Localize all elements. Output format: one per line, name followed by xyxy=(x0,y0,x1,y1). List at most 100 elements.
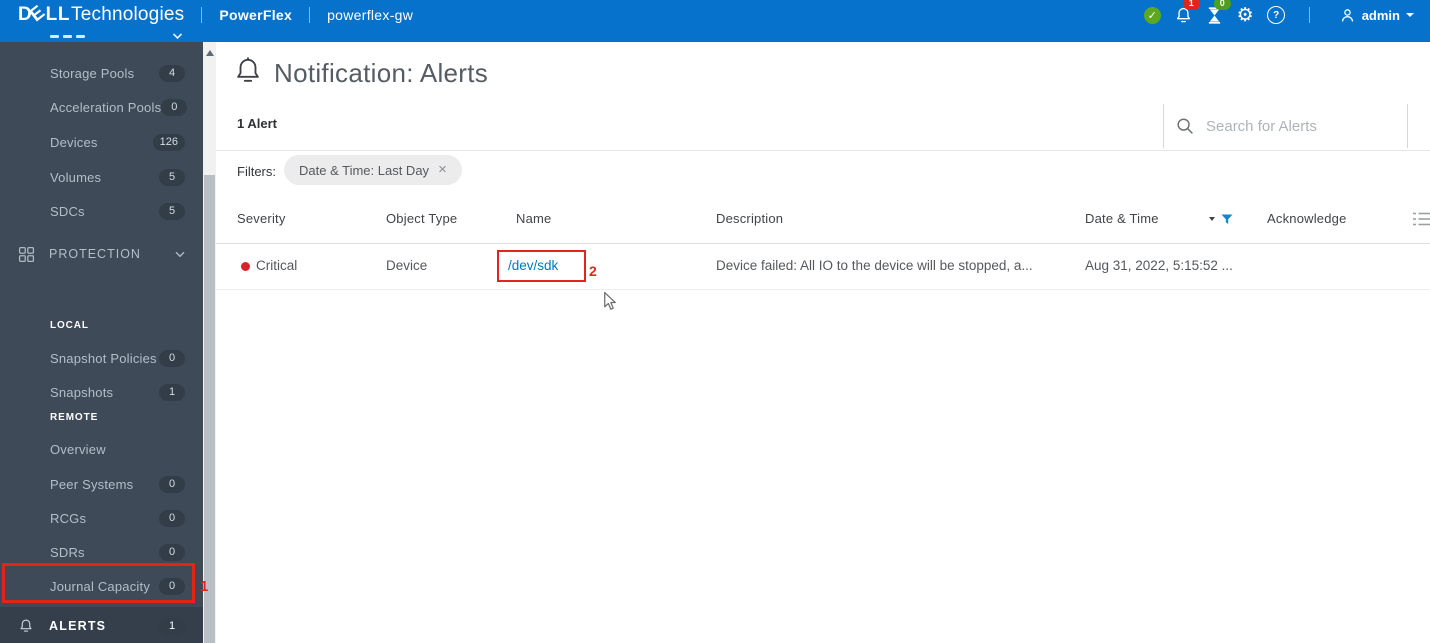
sidebar-item-acceleration-pools[interactable]: Acceleration Pools 0 xyxy=(0,90,203,124)
column-header-description[interactable]: Description xyxy=(716,195,783,243)
sidebar-item-label: Snapshot Policies xyxy=(50,350,157,366)
sidebar-item-label: Overview xyxy=(50,441,106,457)
user-menu[interactable]: admin xyxy=(1339,7,1414,24)
sidebar-item-rcgs[interactable]: RCGs 0 xyxy=(0,501,203,535)
count-badge: 1 xyxy=(159,383,185,401)
sidebar-item-label: Volumes xyxy=(50,169,102,185)
sidebar-item-label: SDCs xyxy=(50,203,85,219)
count-badge: 0 xyxy=(161,98,188,116)
check-icon: ✓ xyxy=(1143,6,1161,24)
sidebar-scrollbar[interactable] xyxy=(203,42,216,643)
column-header-datetime[interactable]: Date & Time xyxy=(1085,195,1159,243)
question-mark-icon: ? xyxy=(1267,6,1286,24)
dell-logo-text: D E LL xyxy=(18,1,71,27)
sidebar-item-label: RCGs xyxy=(50,510,87,526)
clipped-sidebar-item-fragment xyxy=(76,35,85,38)
clipped-badge-fragment xyxy=(172,33,183,40)
search-input[interactable] xyxy=(1204,116,1398,136)
bell-icon xyxy=(18,618,35,634)
gear-icon: ⚙ xyxy=(1236,4,1254,26)
alert-count-label: 1 Alert xyxy=(237,116,277,131)
count-badge: 0 xyxy=(159,577,185,595)
top-app-bar: D E LL Technologies PowerFlex powerflex-gw… xyxy=(0,0,1430,42)
health-status-icon[interactable]: ✓ xyxy=(1137,3,1168,27)
filter-funnel-icon[interactable] xyxy=(1221,214,1233,225)
sidebar-item-alerts[interactable]: ALERTS 1 xyxy=(0,607,203,643)
filter-chip-date-time[interactable]: Date & Time: Last Day × xyxy=(284,155,462,185)
filters-label: Filters: xyxy=(237,164,276,179)
chevron-down-icon xyxy=(1406,13,1414,17)
annotation-label-1: 1 xyxy=(200,578,209,595)
count-badge: 0 xyxy=(159,543,185,561)
cell-severity: Critical xyxy=(256,258,298,273)
sidebar-item-devices[interactable]: Devices 126 xyxy=(0,125,203,159)
count-badge: 5 xyxy=(159,168,185,186)
dell-technologies-logo[interactable]: D E LL Technologies xyxy=(18,1,185,27)
sidebar-item-label: Devices xyxy=(50,134,98,150)
sidebar-item-sdrs[interactable]: SDRs 0 xyxy=(0,535,203,569)
sidebar-item-peer-systems[interactable]: Peer Systems 0 xyxy=(0,467,203,501)
count-badge: 0 xyxy=(159,509,185,527)
table-header: Severity Object Type Name Description Da… xyxy=(216,195,1430,244)
sidebar-subheader-local: LOCAL xyxy=(50,320,89,331)
tasks-count-badge: 0 xyxy=(1213,0,1231,10)
sidebar-item-journal-capacity[interactable]: Journal Capacity 0 xyxy=(0,569,203,603)
clipped-sidebar-item-fragment xyxy=(63,35,72,38)
sidebar-item-label: Acceleration Pools xyxy=(50,99,162,115)
breadcrumb-instance[interactable]: powerflex-gw xyxy=(327,7,413,23)
sidebar-section-label: PROTECTION xyxy=(49,247,141,261)
close-icon[interactable]: × xyxy=(438,162,447,177)
sidebar-item-label: Storage Pools xyxy=(50,65,135,81)
sidebar-item-label: Journal Capacity xyxy=(50,578,151,594)
count-badge: 126 xyxy=(152,133,185,151)
critical-severity-icon xyxy=(241,262,250,271)
count-badge: 4 xyxy=(159,64,185,82)
cell-name-link[interactable]: /dev/sdk xyxy=(508,243,558,289)
settings-gear-icon[interactable]: ⚙ xyxy=(1230,3,1261,27)
sidebar-nav: Storage Pools 4 Acceleration Pools 0 Dev… xyxy=(0,42,203,643)
sidebar-item-label: Snapshots xyxy=(50,384,114,400)
table-row[interactable]: Critical Device /dev/sdk Device failed: … xyxy=(216,243,1430,290)
cell-object-type: Device xyxy=(386,258,428,273)
divider xyxy=(1308,7,1310,23)
sidebar-item-volumes[interactable]: Volumes 5 xyxy=(0,160,203,194)
sidebar-item-snapshots[interactable]: Snapshots 1 xyxy=(0,375,203,409)
protection-grid-icon xyxy=(18,246,35,263)
divider xyxy=(216,150,1430,151)
page-title: Notification: Alerts xyxy=(274,58,489,88)
sidebar-item-label: SDRs xyxy=(50,544,85,560)
sort-desc-icon[interactable] xyxy=(1209,217,1215,221)
alerts-search[interactable] xyxy=(1163,104,1408,148)
sidebar-item-overview[interactable]: Overview xyxy=(0,433,203,465)
sidebar-item-label: ALERTS xyxy=(49,619,107,633)
notifications-bell-icon[interactable]: 1 xyxy=(1168,0,1200,27)
main-content: Notification: Alerts 1 Alert Filters: Da… xyxy=(216,42,1430,643)
cell-description: Device failed: All IO to the device will… xyxy=(716,258,1033,273)
running-tasks-icon[interactable]: 0 xyxy=(1199,0,1231,27)
sidebar-item-storage-pools[interactable]: Storage Pools 4 xyxy=(0,56,203,90)
dell-logo-suffix: Technologies xyxy=(71,4,185,25)
breadcrumb-product[interactable]: PowerFlex xyxy=(219,7,292,23)
scroll-up-icon[interactable] xyxy=(206,50,214,56)
count-badge: 0 xyxy=(159,349,185,367)
column-header-severity[interactable]: Severity xyxy=(237,195,286,243)
column-header-name[interactable]: Name xyxy=(516,195,551,243)
user-icon xyxy=(1341,8,1353,22)
divider xyxy=(201,7,203,23)
count-badge: 5 xyxy=(159,202,185,220)
sidebar-item-snapshot-policies[interactable]: Snapshot Policies 0 xyxy=(0,341,203,375)
scrollbar-thumb[interactable] xyxy=(204,175,215,643)
sidebar-section-protection[interactable]: PROTECTION xyxy=(0,237,203,271)
bell-count-badge: 1 xyxy=(1182,0,1200,10)
sidebar-subheader-remote: REMOTE xyxy=(50,412,99,423)
clipped-sidebar-item-fragment xyxy=(50,35,59,38)
sidebar-item-sdcs[interactable]: SDCs 5 xyxy=(0,194,203,228)
column-header-object-type[interactable]: Object Type xyxy=(386,195,457,243)
user-name: admin xyxy=(1361,7,1400,23)
column-settings-icon[interactable] xyxy=(1413,211,1430,232)
app-window: D E LL Technologies PowerFlex powerflex-gw… xyxy=(0,0,1430,643)
cell-datetime: Aug 31, 2022, 5:15:52 ... xyxy=(1085,258,1233,273)
help-icon[interactable]: ? xyxy=(1261,3,1292,27)
column-header-acknowledge[interactable]: Acknowledge xyxy=(1267,195,1347,243)
sidebar-item-label: Peer Systems xyxy=(50,476,134,492)
